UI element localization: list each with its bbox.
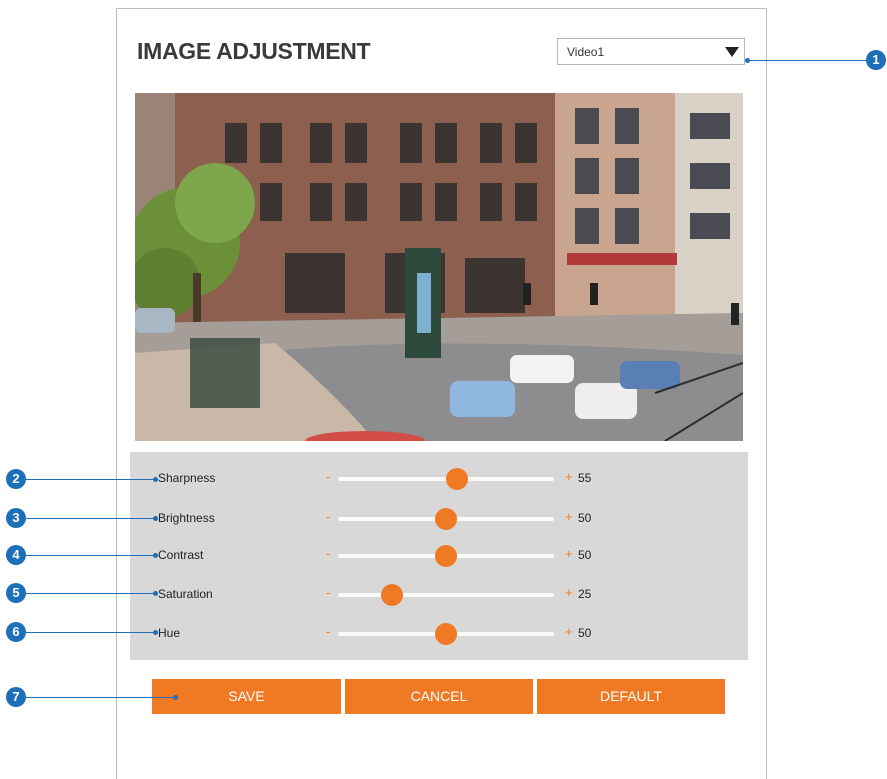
slider-label-sharpness: Sharpness (158, 471, 216, 485)
callout-dot-4 (153, 553, 158, 558)
save-button[interactable]: SAVE (152, 679, 341, 714)
sharpness-minus-sign: - (326, 469, 331, 484)
hue-slider-thumb[interactable] (435, 623, 457, 645)
contrast-plus-sign: + (565, 546, 573, 561)
brightness-slider-track[interactable] (338, 508, 554, 530)
cancel-button[interactable]: CANCEL (345, 679, 533, 714)
contrast-value: 50 (578, 548, 592, 562)
saturation-value: 25 (578, 587, 592, 601)
hue-minus-sign: - (326, 624, 331, 639)
callout-dot-3 (153, 516, 158, 521)
callout-marker-7: 7 (6, 687, 26, 707)
callout-line-7 (26, 697, 176, 698)
page-title: IMAGE ADJUSTMENT (137, 38, 371, 64)
saturation-minus-sign: - (326, 585, 331, 600)
callout-dot-7 (173, 695, 178, 700)
camera-preview (135, 93, 743, 441)
callout-line-4 (26, 555, 154, 556)
slider-label-brightness: Brightness (158, 511, 215, 525)
saturation-plus-sign: + (565, 585, 573, 600)
video-source-value: Video1 (567, 45, 605, 59)
callout-line-5 (26, 593, 154, 594)
brightness-plus-sign: + (565, 509, 573, 524)
hue-value: 50 (578, 626, 592, 640)
brightness-value: 50 (578, 511, 592, 525)
slider-label-saturation: Saturation (158, 587, 213, 601)
callout-dot-2 (153, 477, 158, 482)
saturation-slider-track[interactable] (338, 584, 554, 606)
hue-plus-sign: + (565, 624, 573, 639)
saturation-slider-thumb[interactable] (381, 584, 403, 606)
dropdown-arrow-icon (725, 47, 739, 57)
callout-marker-5: 5 (6, 583, 26, 603)
contrast-slider-track[interactable] (338, 545, 554, 567)
callout-marker-6: 6 (6, 622, 26, 642)
callout-line-6 (26, 632, 154, 633)
hue-slider-track[interactable] (338, 623, 554, 645)
callout-marker-3: 3 (6, 508, 26, 528)
sharpness-value: 55 (578, 471, 592, 485)
callout-line-2 (26, 479, 154, 480)
brightness-slider-thumb[interactable] (435, 508, 457, 530)
slider-label-contrast: Contrast (158, 548, 204, 562)
sharpness-plus-sign: + (565, 469, 573, 484)
brightness-minus-sign: - (326, 509, 331, 524)
sharpness-slider-thumb[interactable] (445, 468, 468, 490)
callout-line-1 (748, 60, 866, 61)
callout-dot-1 (745, 58, 750, 63)
callout-dot-5 (153, 591, 158, 596)
callout-dot-6 (153, 630, 158, 635)
default-button[interactable]: DEFAULT (537, 679, 725, 714)
callout-line-3 (26, 518, 154, 519)
contrast-minus-sign: - (326, 546, 331, 561)
callout-marker-1: 1 (866, 50, 886, 70)
camera-preview-image (135, 93, 743, 441)
callout-marker-4: 4 (6, 545, 26, 565)
callout-marker-2: 2 (6, 469, 26, 489)
slider-label-hue: Hue (158, 626, 181, 640)
contrast-slider-thumb[interactable] (435, 545, 457, 567)
video-source-select[interactable]: Video1 (557, 38, 745, 65)
sharpness-slider-track[interactable] (338, 468, 554, 490)
